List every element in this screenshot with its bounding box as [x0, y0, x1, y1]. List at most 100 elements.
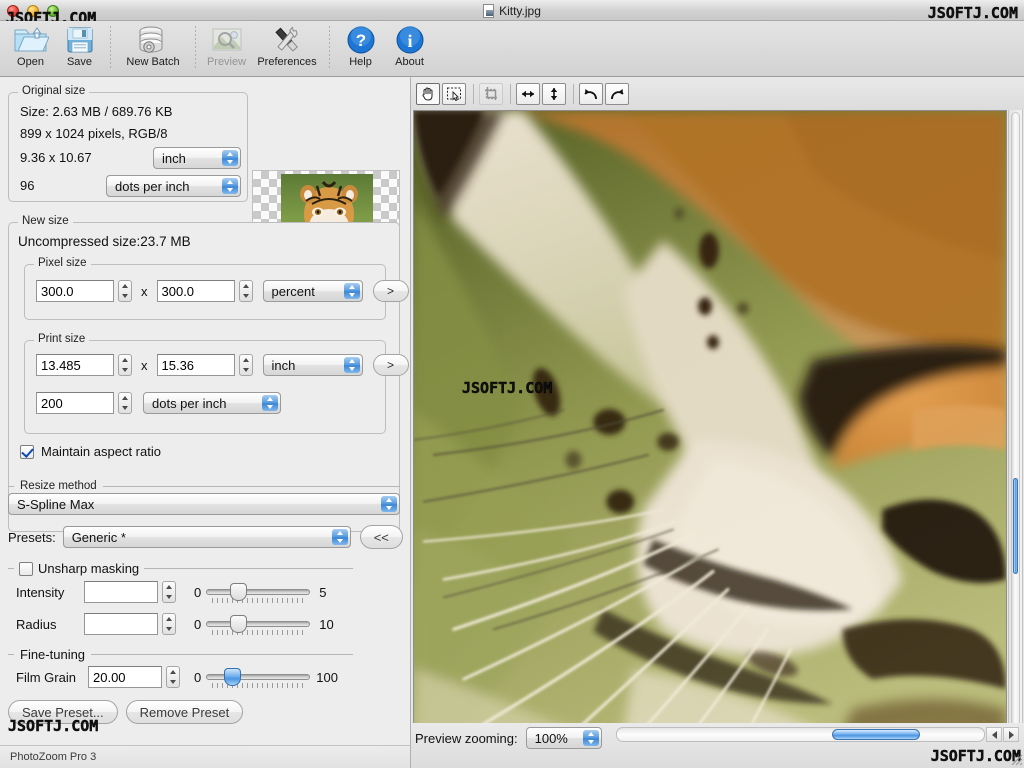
status-bar: PhotoZoom Pro 3 [0, 745, 410, 768]
preferences-button[interactable]: Preferences [251, 23, 323, 75]
preview-zoom-select[interactable]: 100% [526, 727, 602, 749]
original-unit-value: inch [162, 151, 186, 166]
radius-slider[interactable] [206, 613, 310, 635]
hscroll-trough[interactable] [616, 727, 985, 742]
crop-tool-button[interactable] [479, 83, 503, 105]
pixel-unit-select[interactable]: percent [263, 280, 363, 302]
print-resolution-stepper[interactable] [118, 392, 132, 414]
film-grain-slider[interactable] [206, 666, 310, 688]
crop-icon [483, 86, 499, 102]
hscroll-right-button[interactable] [1003, 727, 1019, 742]
svg-text:?: ? [355, 31, 365, 50]
rotate-ccw-button[interactable] [579, 83, 603, 105]
new-batch-label: New Batch [126, 56, 179, 68]
flip-horizontal-button[interactable] [516, 83, 540, 105]
pixel-width-stepper[interactable] [118, 280, 132, 302]
original-size-label: Original size [18, 85, 89, 97]
vscroll-thumb[interactable] [1013, 478, 1018, 574]
help-button[interactable]: ? Help [336, 23, 385, 75]
film-grain-stepper[interactable] [166, 666, 180, 688]
chevron-updown-icon [332, 529, 348, 545]
unsharp-masking-checkbox[interactable] [19, 562, 33, 576]
about-button[interactable]: i About [385, 23, 434, 75]
print-width-stepper[interactable] [118, 354, 132, 376]
hscroll-left-button[interactable] [986, 727, 1002, 742]
preview-zoom-row: Preview zooming: 100% [415, 727, 602, 749]
print-unit-select[interactable]: inch [263, 354, 363, 376]
preview-zoom-label: Preview zooming: [415, 731, 518, 746]
unsharp-masking-header[interactable]: Unsharp masking [8, 561, 353, 576]
original-unit-select[interactable]: inch [153, 147, 241, 169]
resize-method-select[interactable]: S-Spline Max [8, 493, 400, 515]
rotate-cw-button[interactable] [605, 83, 629, 105]
vscroll-trough[interactable] [1011, 112, 1020, 768]
pixel-size-group: Pixel size x percent > [24, 264, 386, 320]
radius-min: 0 [194, 617, 201, 632]
print-unit-value: inch [272, 358, 296, 373]
radius-stepper[interactable] [162, 613, 176, 635]
new-size-label: New size [18, 215, 73, 227]
save-preset-button[interactable]: Save Preset... [8, 700, 118, 724]
maintain-aspect-checkbox[interactable] [20, 445, 34, 459]
preview-button[interactable]: Preview [202, 23, 251, 75]
group-line-lead [8, 486, 14, 487]
unsharp-masking-label: Unsharp masking [38, 561, 139, 576]
group-line-lead [8, 654, 14, 655]
resize-method-label: Resize method [20, 480, 97, 492]
print-resolution-unit-select[interactable]: dots per inch [143, 392, 281, 414]
print-width-input[interactable] [36, 354, 114, 376]
marquee-select-icon [446, 86, 462, 102]
resize-grip-icon[interactable] [1010, 753, 1023, 766]
maintain-aspect-row[interactable]: Maintain aspect ratio [20, 444, 161, 459]
print-resolution-input[interactable] [36, 392, 114, 414]
original-filesize: Size: 2.63 MB / 689.76 KB [20, 104, 172, 119]
print-size-expand-button[interactable]: > [373, 354, 409, 376]
radius-slider-thumb[interactable] [230, 615, 247, 633]
hscroll-thumb[interactable] [832, 729, 920, 740]
preset-value: Generic * [72, 530, 126, 545]
pixel-width-input[interactable] [36, 280, 114, 302]
pixel-height-stepper[interactable] [239, 280, 253, 302]
preset-select[interactable]: Generic * [63, 526, 351, 548]
save-button[interactable]: Save [55, 23, 104, 75]
preview-toolbar-divider-1 [473, 84, 474, 104]
film-grain-label: Film Grain [16, 670, 88, 685]
flip-vertical-button[interactable] [542, 83, 566, 105]
remove-preset-button[interactable]: Remove Preset [126, 700, 244, 724]
preview-bottom-bar: Preview zooming: 100% JSOFTJ.COM [411, 723, 1024, 768]
intensity-slider-thumb[interactable] [230, 583, 247, 601]
toolbar-separator-1 [110, 26, 111, 70]
print-size-times: x [141, 358, 148, 373]
maintain-aspect-label: Maintain aspect ratio [41, 444, 161, 459]
open-button[interactable]: Open [6, 23, 55, 75]
print-height-stepper[interactable] [239, 354, 253, 376]
hand-tool-button[interactable] [416, 83, 440, 105]
preview-vertical-scrollbar[interactable] [1008, 110, 1023, 768]
original-resolution-unit-value: dots per inch [115, 179, 189, 194]
main-toolbar: Open Save [0, 21, 1024, 77]
preview-canvas[interactable]: JSOFTJ.COM [413, 110, 1007, 768]
intensity-input[interactable] [84, 581, 158, 603]
original-pixels: 899 x 1024 pixels, RGB/8 [20, 126, 167, 141]
radius-input[interactable] [84, 613, 158, 635]
intensity-stepper[interactable] [162, 581, 176, 603]
pixel-size-expand-button[interactable]: > [373, 280, 409, 302]
window-title: Kitty.jpg [499, 4, 541, 18]
chevron-updown-icon [344, 357, 360, 373]
preview-toolbar [411, 77, 1024, 110]
film-grain-input[interactable] [88, 666, 162, 688]
new-batch-button[interactable]: New Batch [117, 23, 189, 75]
intensity-slider[interactable] [206, 581, 310, 603]
marquee-tool-button[interactable] [442, 83, 466, 105]
settings-panel: Original size Size: 2.63 MB / 689.76 KB … [0, 77, 410, 745]
pixel-height-input[interactable] [157, 280, 235, 302]
print-height-input[interactable] [157, 354, 235, 376]
film-grain-max: 100 [316, 670, 338, 685]
preview-horizontal-scrollbar[interactable] [616, 727, 1019, 742]
arrow-up-down-icon [546, 85, 562, 103]
presets-row: Presets: Generic * << [8, 525, 403, 549]
film-grain-slider-thumb[interactable] [224, 668, 241, 686]
info-circle-icon: i [395, 23, 425, 56]
presets-collapse-button[interactable]: << [360, 525, 403, 549]
original-resolution-unit-select[interactable]: dots per inch [106, 175, 241, 197]
